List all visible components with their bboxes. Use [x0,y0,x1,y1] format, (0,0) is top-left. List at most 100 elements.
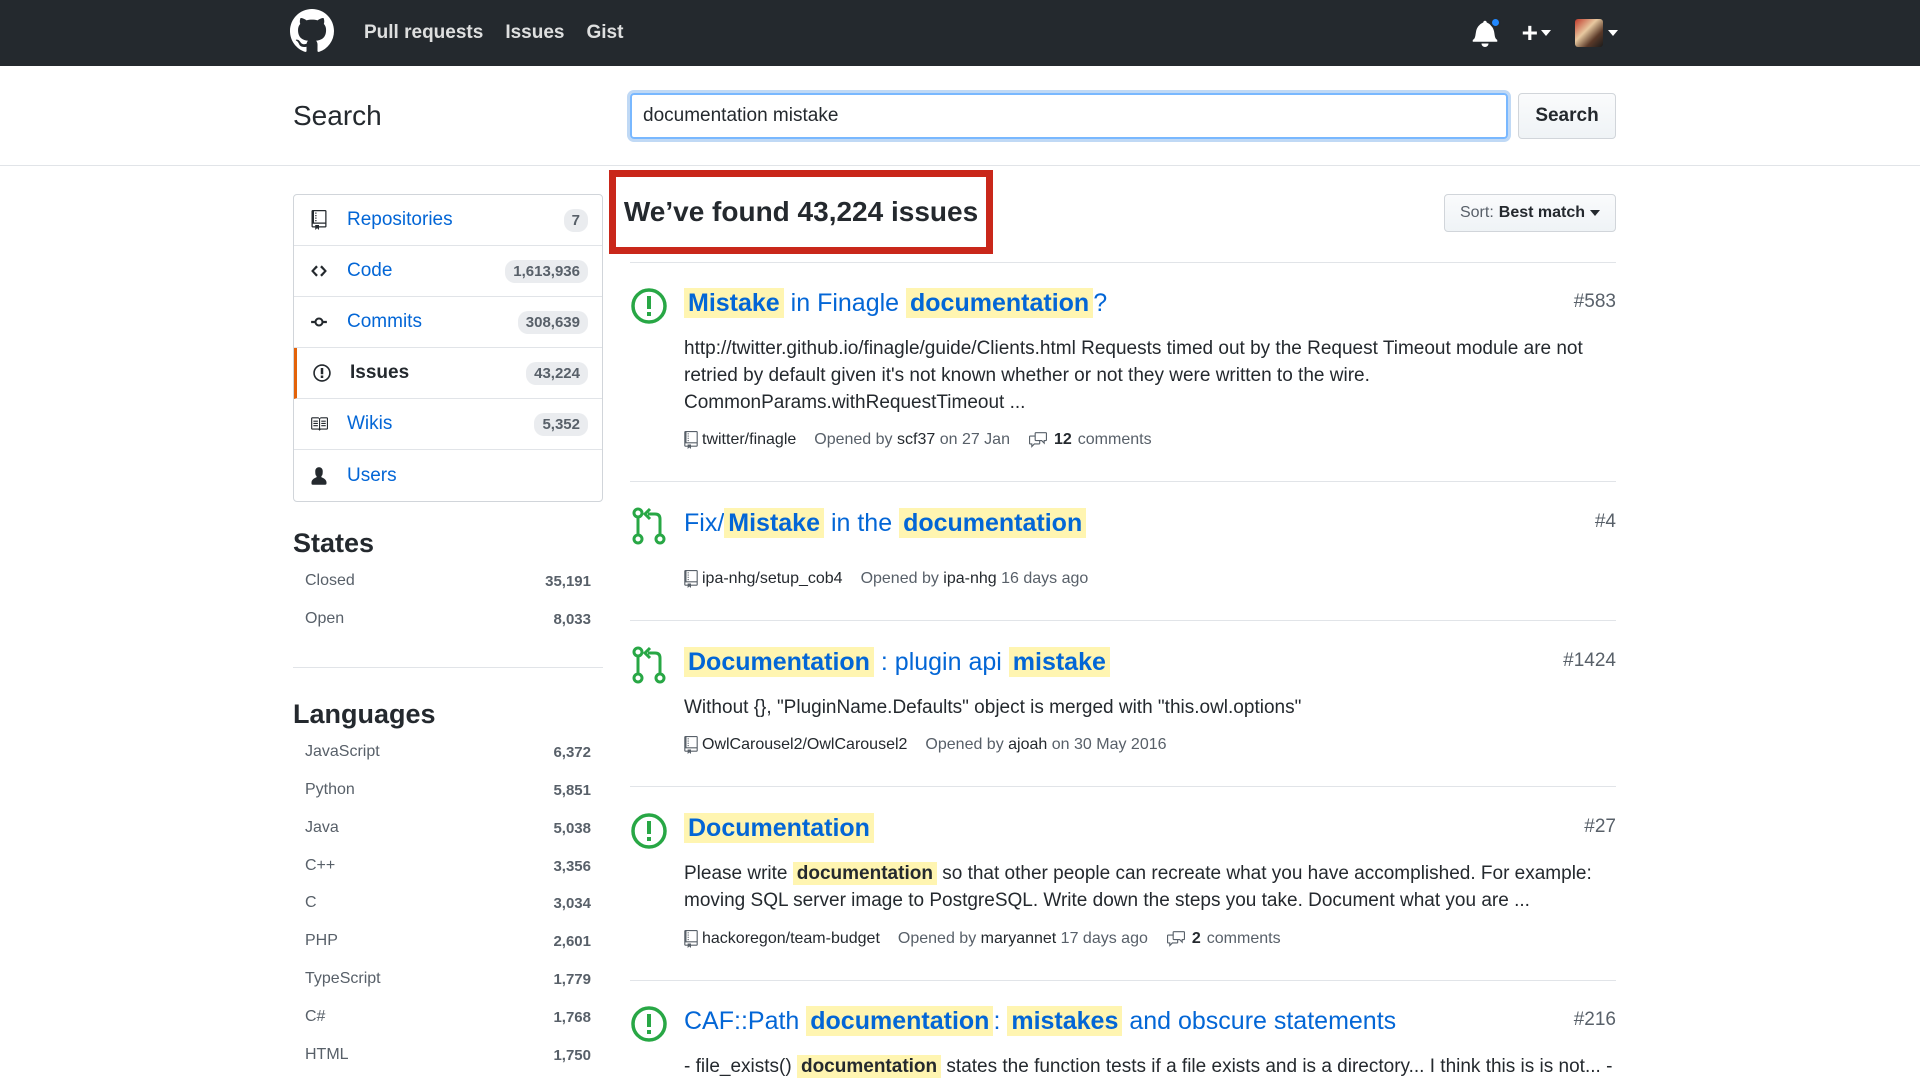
top-navigation: Pull requests Issues Gist + [0,0,1920,66]
title-text: CAF::Path [684,1007,807,1035]
filter-language[interactable]: TypeScript 1,779 [293,964,603,994]
opened-by: Opened by ajoah on 30 May 2016 [925,736,1166,754]
pull-number: #1424 [1563,650,1616,671]
author-link[interactable]: maryannet [981,930,1057,947]
author-link[interactable]: ajoah [1008,736,1047,753]
author-link[interactable]: ipa-nhg [943,570,996,587]
languages-heading: Languages [293,699,436,729]
filter-label: C# [305,1008,326,1025]
filter-state-closed[interactable]: Closed 35,191 [293,566,603,596]
filter-language[interactable]: JavaScript 6,372 [293,737,603,767]
user-menu-dropdown[interactable] [1575,19,1618,47]
filter-language[interactable]: Python 5,851 [293,775,603,805]
title-text: Fix/ [684,509,725,537]
pull-number: #4 [1594,511,1616,532]
result-meta: twitter/finagle Opened by scf37 on 27 Ja… [684,431,1152,449]
filter-count: 3,034 [553,894,591,912]
filter-language[interactable]: C++ 3,356 [293,851,603,881]
title-highlight: documentation [906,288,1094,318]
repo-name: hackoregon/team-budget [702,930,880,947]
result-title-link[interactable]: Mistake in Finagle documentation? [684,288,1107,318]
title-text: : [993,1007,1008,1035]
opened-prefix: Opened by [860,570,944,587]
title-text: in Finagle [783,289,907,317]
menu-item-issues[interactable]: Issues 43,224 [294,348,602,399]
opened-date: 17 days ago [1056,930,1148,947]
filter-count: 3,356 [553,857,591,875]
menu-item-users[interactable]: Users [294,450,602,501]
filter-label: HTML [305,1046,349,1063]
menu-item-label: Issues [350,362,410,383]
filter-language[interactable]: Java 5,038 [293,813,603,843]
result-title-link[interactable]: Documentation : plugin api mistake [684,647,1110,677]
menu-item-repositories[interactable]: Repositories 7 [294,195,602,246]
comment-icon [1028,432,1047,448]
comments-link[interactable]: 12 comments [1028,431,1152,449]
filter-language[interactable]: HTML 1,750 [293,1040,603,1070]
menu-item-commits[interactable]: Commits 308,639 [294,297,602,348]
filter-count: 2,601 [553,932,591,950]
menu-item-label: Code [347,260,393,281]
filter-language[interactable]: PHP 2,601 [293,926,603,956]
filter-state-open[interactable]: Open 8,033 [293,604,603,634]
page-title: Search [293,100,382,131]
open-issue-icon [631,1006,667,1042]
create-new-dropdown[interactable]: + [1522,17,1551,49]
sort-label: Sort: [1459,204,1494,221]
nav-gist[interactable]: Gist [586,22,623,44]
filter-language[interactable]: C 3,034 [293,888,603,918]
search-input[interactable]: documentation mistake [630,93,1508,139]
menu-item-label: Commits [347,311,422,332]
count-badge: 7 [563,208,588,232]
divider [630,786,1616,787]
notifications-bell-icon[interactable] [1472,17,1501,47]
result-snippet: Please write documentation so that other… [684,860,1616,914]
result-title-link[interactable]: CAF::Path documentation: mistakes and ob… [684,1006,1396,1036]
result-title-link[interactable]: Fix/Mistake in the documentation [684,508,1087,538]
nav-issues[interactable]: Issues [505,22,564,44]
pull-request-icon [632,646,666,684]
opened-by: Opened by scf37 on 27 Jan [814,431,1010,449]
comments-label: comments [1206,930,1281,947]
title-text: : plugin api [873,648,1009,676]
avatar [1575,19,1603,47]
title-text: in the [824,509,900,537]
result-snippet: http://twitter.github.io/finagle/guide/C… [684,338,1583,413]
sort-value: Best match [1498,204,1586,221]
result-title-link[interactable]: Documentation [684,813,874,843]
sort-dropdown[interactable]: Sort: Best match [1444,194,1616,232]
result-snippet: - file_exists() documentation states the… [684,1053,1616,1080]
comments-link[interactable]: 2 comments [1166,930,1281,948]
search-button[interactable]: Search [1518,93,1616,139]
menu-item-wikis[interactable]: Wikis 5,352 [294,399,602,450]
open-issue-icon [631,288,667,324]
title-highlight: Documentation [684,813,874,843]
repo-name: twitter/finagle [702,431,797,448]
filter-label: Java [305,819,339,836]
repo-link[interactable]: OwlCarousel2/OwlCarousel2 [684,736,907,754]
menu-item-label: Repositories [347,209,453,230]
snippet-text: states the function tests if a file exis… [941,1056,1613,1077]
menu-item-label: Users [347,464,397,486]
repo-link[interactable]: hackoregon/team-budget [684,930,880,948]
result-item: CAF::Path documentation: mistakes and ob… [630,1005,1616,1080]
opened-date: on 30 May 2016 [1047,736,1167,753]
nav-pull-requests[interactable]: Pull requests [364,22,483,44]
menu-item-code[interactable]: Code 1,613,936 [294,246,602,297]
author-link[interactable]: scf37 [897,431,935,448]
repo-name: OwlCarousel2/OwlCarousel2 [702,736,908,753]
repo-link[interactable]: twitter/finagle [684,431,796,449]
count-badge: 308,639 [517,310,588,334]
repo-icon [684,570,698,588]
repo-link[interactable]: ipa-nhg/setup_cob4 [684,570,843,588]
search-header: Search documentation mistake Search [0,66,1920,166]
filter-count: 5,851 [553,781,591,799]
issue-number: #27 [1584,816,1616,837]
github-logo-icon[interactable] [290,9,334,53]
repo-icon [308,209,330,231]
filter-count: 5,038 [553,819,591,837]
filter-language[interactable]: C# 1,768 [293,1002,603,1032]
title-highlight: Documentation [684,647,874,677]
count-badge: 1,613,936 [505,259,588,283]
filter-label: C [305,894,317,911]
